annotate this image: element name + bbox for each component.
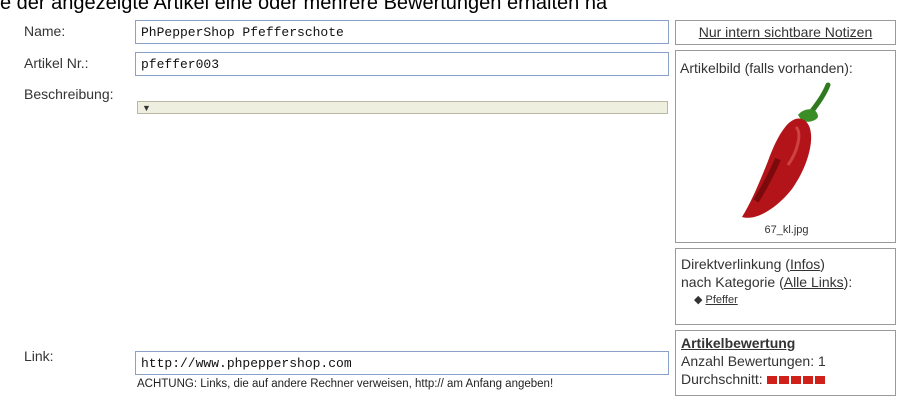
- description-editor[interactable]: ▼: [137, 101, 668, 322]
- rating-square-icon: [790, 376, 801, 385]
- category-prefix: nach Kategorie (: [681, 274, 784, 290]
- rating-average-label: Durchschnitt:: [681, 371, 763, 387]
- rating-squares: [766, 371, 827, 387]
- link-input[interactable]: http://www.phpeppershop.com: [135, 351, 669, 375]
- rating-box: Artikelbewertung Anzahl Bewertungen: 1 D…: [675, 330, 896, 396]
- internal-notes-link[interactable]: Nur intern sichtbare Notizen: [699, 24, 873, 40]
- chili-pepper-image: [742, 82, 831, 218]
- article-image-title: Artikelbild (falls vorhanden):: [680, 60, 853, 76]
- rating-average: Durchschnitt:: [681, 370, 890, 388]
- rating-square-icon: [778, 376, 789, 385]
- category-list-item: ◆ Pfeffer: [681, 291, 890, 309]
- deeplink-box: Direktverlinkung (Infos) nach Kategorie …: [675, 248, 896, 325]
- all-links-link[interactable]: Alle Links: [784, 274, 844, 290]
- rating-title: Artikelbewertung: [681, 335, 796, 351]
- category-suffix: ):: [843, 274, 853, 290]
- deeplink-suffix: ): [820, 256, 825, 272]
- link-label: Link:: [24, 348, 54, 364]
- article-image-filename: 67_kl.jpg: [764, 224, 809, 236]
- name-input[interactable]: PhPepperShop Pfefferschote: [135, 20, 669, 44]
- deeplink-prefix: Direktverlinkung (: [681, 256, 790, 272]
- toolbar-dropdown-icon[interactable]: ▼: [142, 103, 151, 113]
- editor-toolbar[interactable]: ▼: [137, 101, 668, 114]
- description-label: Beschreibung:: [24, 86, 114, 102]
- background-caption: e der angezeigte Artikel eine oder mehre…: [0, 0, 608, 14]
- article-image-box: Artikelbild (falls vorhanden): 67_kl.jpg: [675, 50, 896, 243]
- category-link[interactable]: Pfeffer: [706, 294, 738, 306]
- article-number-input[interactable]: pfeffer003: [135, 52, 669, 76]
- rating-square-icon: [802, 376, 813, 385]
- deeplink-line-2: nach Kategorie (Alle Links):: [681, 273, 890, 291]
- internal-notes-button[interactable]: Nur intern sichtbare Notizen: [675, 20, 896, 45]
- deeplink-line-1: Direktverlinkung (Infos): [681, 255, 890, 273]
- link-warning: ACHTUNG: Links, die auf andere Rechner v…: [137, 378, 554, 390]
- rating-square-icon: [766, 376, 777, 385]
- rating-square-icon: [814, 376, 825, 385]
- infos-link[interactable]: Infos: [790, 256, 820, 272]
- article-number-label: Artikel Nr.:: [24, 55, 89, 71]
- rating-count: Anzahl Bewertungen: 1: [681, 353, 826, 369]
- name-label: Name:: [24, 23, 66, 39]
- bullet-icon: ◆: [694, 294, 703, 306]
